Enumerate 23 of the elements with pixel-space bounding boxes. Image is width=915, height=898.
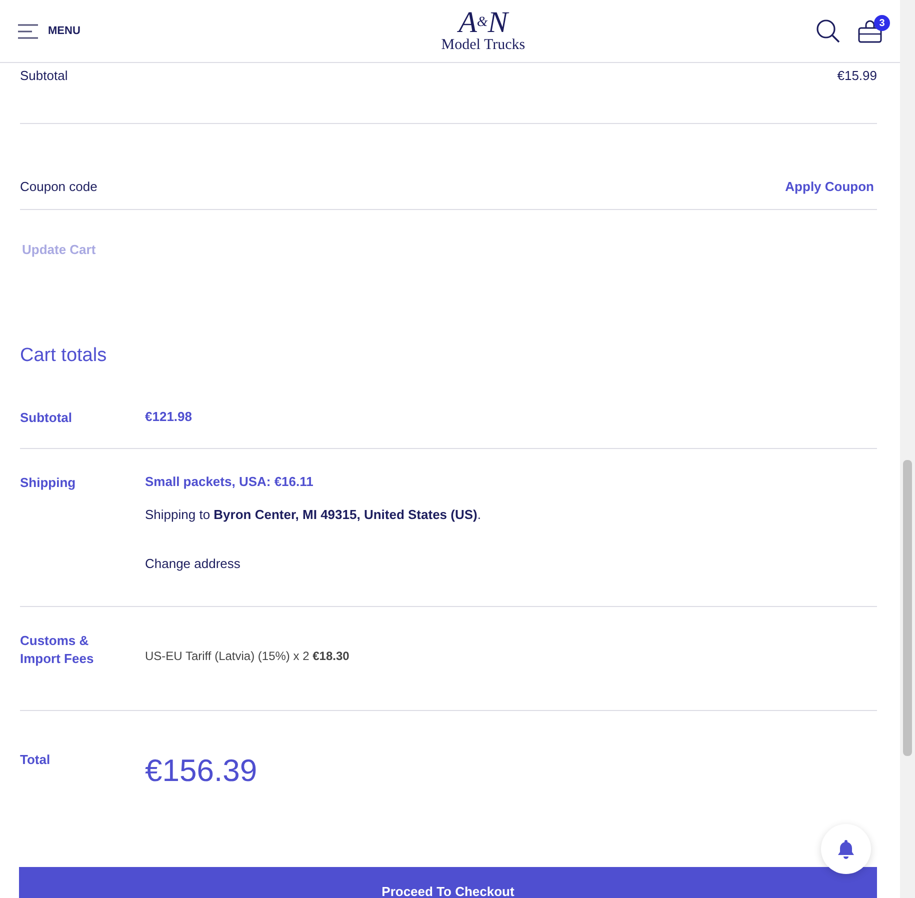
- row-label: Shipping: [20, 474, 77, 492]
- subtotal-label: Subtotal: [20, 68, 68, 83]
- menu-button[interactable]: MENU: [18, 24, 80, 38]
- subtotal-amount: €121.98: [145, 409, 193, 424]
- row-label: Total: [20, 751, 52, 769]
- fee-description: US-EU Tariff (Latvia) (15%) x 2 €18.30: [145, 649, 350, 663]
- notification-button[interactable]: [821, 824, 871, 874]
- search-icon[interactable]: [816, 19, 840, 43]
- apply-coupon-button[interactable]: Apply Coupon: [785, 179, 877, 194]
- menu-icon: [18, 24, 38, 38]
- shipping-destination: Shipping to Byron Center, MI 49315, United States (US).: [145, 507, 482, 522]
- change-address-link[interactable]: Change address: [145, 556, 240, 571]
- row-label: Customs & Import Fees: [20, 632, 95, 668]
- logo[interactable]: A$^{&}$N Model Trucks: [441, 9, 526, 53]
- shipping-method: Small packets, USA: €16.11: [145, 474, 314, 489]
- total-amount: €156.39: [145, 753, 258, 789]
- subtotal-value: €15.99: [837, 68, 877, 83]
- bell-icon: [837, 839, 855, 859]
- checkout-button[interactable]: Proceed To Checkout: [19, 867, 877, 898]
- row-label: Subtotal: [20, 409, 73, 427]
- cart-button[interactable]: 3: [858, 15, 890, 47]
- cart-totals-heading: Cart totals: [20, 345, 108, 367]
- cart-count-badge: 3: [874, 15, 890, 31]
